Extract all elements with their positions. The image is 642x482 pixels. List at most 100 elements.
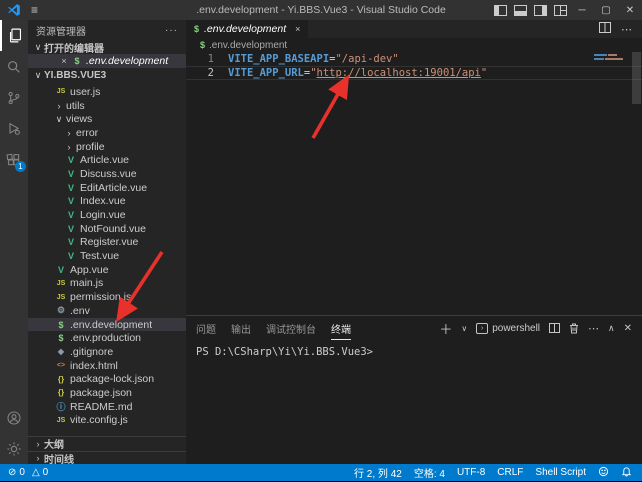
tree-item-label: package-lock.json (70, 373, 154, 385)
tree-file-main.js[interactable]: JSmain.js (28, 277, 186, 291)
tree-file-user.js[interactable]: JSuser.js (28, 85, 186, 99)
status-segment[interactable]: CRLF (497, 467, 523, 478)
tree-file-NotFound.vue[interactable]: VNotFound.vue (28, 222, 186, 236)
split-terminal-icon[interactable] (549, 323, 560, 333)
close-panel-icon[interactable]: ✕ (624, 323, 632, 334)
menu-icon[interactable]: ≡ (31, 3, 38, 17)
code-editor[interactable]: 1VITE_APP_BASEAPI="/api-dev"2VITE_APP_UR… (186, 52, 642, 315)
editor-scrollbar[interactable] (632, 52, 641, 104)
tree-item-label: NotFound.vue (80, 223, 146, 235)
code-text: VITE_APP_BASEAPI="/api-dev" (214, 53, 399, 65)
panel-tab-问题[interactable]: 问题 (196, 317, 216, 339)
settings-gear-icon[interactable] (0, 433, 28, 464)
editor-more-actions-icon[interactable]: ⋯ (621, 23, 632, 36)
tree-folder-error[interactable]: ›error (28, 126, 186, 140)
vscode-window: ≡ .env.development - Yi.BBS.Vue3 - Visua… (0, 0, 642, 482)
tree-file-Test.vue[interactable]: VTest.vue (28, 249, 186, 263)
tab-env-development[interactable]: $ .env.development × (186, 20, 308, 38)
maximize-button[interactable]: ▢ (594, 0, 618, 20)
breadcrumb[interactable]: $ .env.development (186, 38, 642, 52)
tree-item-label: Register.vue (80, 236, 138, 248)
code-line-2[interactable]: 2VITE_APP_URL="http://localhost:19001/ap… (186, 66, 642, 80)
tree-file-Login.vue[interactable]: VLogin.vue (28, 208, 186, 222)
search-icon[interactable] (0, 51, 28, 82)
timeline-section[interactable]: › 时间线 (28, 451, 186, 465)
tree-file-App.vue[interactable]: VApp.vue (28, 263, 186, 277)
status-segment[interactable]: UTF-8 (457, 467, 485, 478)
outline-section[interactable]: › 大纲 (28, 436, 186, 451)
tree-file-.env.development[interactable]: $.env.development (28, 318, 186, 332)
run-debug-icon[interactable] (0, 113, 28, 144)
tree-file-.env[interactable]: ⚙.env (28, 304, 186, 318)
terminal-dropdown-icon[interactable]: ∨ (461, 324, 467, 333)
split-editor-icon[interactable] (599, 22, 611, 36)
line-number: 2 (186, 67, 214, 79)
maximize-panel-icon[interactable]: ∧ (608, 323, 615, 334)
problems-status[interactable]: ⊘0 △0 (8, 467, 48, 478)
tree-folder-views[interactable]: ∨views (28, 112, 186, 126)
tree-file-package.json[interactable]: {}package.json (28, 386, 186, 400)
close-icon[interactable]: × (58, 56, 70, 66)
terminal-output[interactable]: PS D:\CSharp\Yi\Yi.BBS.Vue3> (186, 346, 642, 358)
tree-file-package-lock.json[interactable]: {}package-lock.json (28, 372, 186, 386)
terminal-profile[interactable]: › powershell (476, 323, 540, 334)
panel-tab-输出[interactable]: 输出 (231, 317, 251, 339)
vue-file-icon: V (64, 251, 78, 261)
customize-layout-icon[interactable] (550, 0, 570, 20)
title-bar: ≡ .env.development - Yi.BBS.Vue3 - Visua… (0, 0, 642, 20)
new-terminal-icon[interactable]: ＋ (439, 319, 452, 338)
minimize-button[interactable]: ─ (570, 0, 594, 20)
open-editor-item[interactable]: × $ .env.development (28, 54, 186, 68)
status-segment[interactable]: 行 2, 列 42 (354, 465, 402, 480)
activity-bar: 1 (0, 20, 28, 464)
gear-file-icon: ⚙ (54, 305, 68, 316)
tree-item-label: Test.vue (80, 250, 119, 262)
minimap[interactable] (594, 54, 628, 62)
chevron-down-icon: ∨ (32, 42, 44, 53)
tree-folder-profile[interactable]: ›profile (28, 140, 186, 154)
panel-tab-调试控制台[interactable]: 调试控制台 (266, 317, 316, 339)
account-icon[interactable] (0, 402, 28, 433)
feedback-smiley-icon[interactable] (598, 466, 609, 480)
tab-bar: $ .env.development × ⋯ (186, 20, 642, 38)
extensions-icon[interactable]: 1 (0, 144, 28, 175)
toggle-panel-icon[interactable] (510, 0, 530, 20)
close-tab-icon[interactable]: × (295, 24, 300, 34)
source-control-icon[interactable] (0, 82, 28, 113)
panel-tab-终端[interactable]: 终端 (331, 317, 351, 340)
explorer-icon[interactable] (0, 20, 28, 51)
tree-file-EditArticle.vue[interactable]: VEditArticle.vue (28, 181, 186, 195)
tree-file-.env.production[interactable]: $.env.production (28, 331, 186, 345)
tree-item-label: App.vue (70, 264, 109, 276)
shell-file-icon: $ (54, 333, 68, 343)
status-segment[interactable]: Shell Script (535, 467, 586, 478)
tree-file-Index.vue[interactable]: VIndex.vue (28, 195, 186, 209)
code-line-1[interactable]: 1VITE_APP_BASEAPI="/api-dev" (186, 52, 642, 66)
tree-file-permission.js[interactable]: JSpermission.js (28, 290, 186, 304)
status-segment[interactable]: 空格: 4 (414, 465, 445, 480)
kill-terminal-trash-icon[interactable] (569, 323, 579, 334)
open-editors-section[interactable]: ∨ 打开的编辑器 (28, 40, 186, 54)
tree-folder-utils[interactable]: ›utils (28, 99, 186, 113)
toggle-sidebar-icon[interactable] (490, 0, 510, 20)
tree-file-vite.config.js[interactable]: JSvite.config.js (28, 414, 186, 428)
chevron-down-icon: ∨ (32, 70, 44, 81)
sidebar-more-actions-icon[interactable]: ··· (165, 25, 178, 36)
tree-file-Discuss.vue[interactable]: VDiscuss.vue (28, 167, 186, 181)
toggle-secondary-sidebar-icon[interactable] (530, 0, 550, 20)
notifications-bell-icon[interactable] (621, 466, 632, 480)
tree-item-label: Login.vue (80, 209, 126, 221)
tree-item-label: views (66, 113, 92, 125)
info-file-icon: ⓘ (54, 400, 68, 413)
tree-file-README.md[interactable]: ⓘREADME.md (28, 400, 186, 414)
code-text: VITE_APP_URL="http://localhost:19001/api… (214, 67, 487, 79)
tree-file-.gitignore[interactable]: ◆.gitignore (28, 345, 186, 359)
tree-file-index.html[interactable]: <>index.html (28, 359, 186, 373)
close-button[interactable]: ✕ (618, 0, 642, 20)
tree-file-Register.vue[interactable]: VRegister.vue (28, 236, 186, 250)
tree-item-label: utils (66, 100, 85, 112)
tree-file-Article.vue[interactable]: VArticle.vue (28, 153, 186, 167)
project-root-section[interactable]: ∨ YI.BBS.VUE3 (28, 68, 186, 82)
error-icon: ⊘ (8, 467, 16, 478)
panel-more-actions-icon[interactable]: ⋯ (588, 322, 599, 335)
